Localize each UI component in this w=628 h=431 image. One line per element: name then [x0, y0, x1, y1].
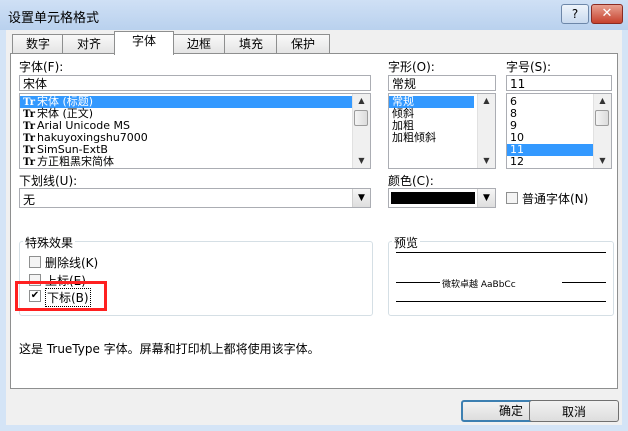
- font-size-value: 11: [510, 77, 526, 91]
- tab-fill[interactable]: 填充: [224, 34, 278, 54]
- help-icon: ?: [571, 7, 579, 21]
- normal-font-label: 普通字体(N): [522, 192, 589, 206]
- font-style-input[interactable]: 常规: [388, 75, 496, 91]
- preview-box: 微软卓越 AaBbCc: [396, 252, 606, 302]
- style-label: 字形(O):: [388, 60, 435, 74]
- preview-group-title: 预览: [392, 234, 421, 251]
- scroll-down-icon[interactable]: ▼: [478, 154, 495, 168]
- highlight-annotation: [15, 281, 107, 311]
- tab-border[interactable]: 边框: [172, 34, 226, 54]
- font-info-text: 这是 TrueType 字体。屏幕和打印机上都将使用该字体。: [19, 342, 320, 356]
- font-size-input[interactable]: 11: [506, 75, 612, 91]
- effects-group-title: 特殊效果: [23, 234, 76, 251]
- font-style-list[interactable]: 常规 倾斜 加粗 加粗倾斜 ▲ ▼: [388, 93, 496, 169]
- scroll-thumb[interactable]: [595, 110, 609, 126]
- chevron-down-icon[interactable]: ▼: [477, 189, 495, 207]
- font-label: 字体(F):: [19, 60, 64, 74]
- tab-font[interactable]: 字体: [114, 31, 174, 55]
- tab-label: 保护: [290, 37, 315, 51]
- font-size-list[interactable]: 6 8 9 10 11 12 ▲ ▼: [506, 93, 612, 169]
- title-bar[interactable]: 设置单元格格式 ? ✕: [0, 0, 628, 30]
- font-style-scrollbar[interactable]: ▲ ▼: [477, 94, 495, 168]
- underline-label: 下划线(U):: [19, 174, 78, 188]
- strikethrough-label: 删除线(K): [45, 256, 99, 270]
- help-button[interactable]: ?: [561, 4, 589, 24]
- font-item-label: 方正粗黑宋简体: [37, 155, 114, 168]
- ok-label: 确定: [498, 404, 523, 418]
- close-icon: ✕: [601, 6, 613, 21]
- close-button[interactable]: ✕: [591, 4, 623, 24]
- normal-font-checkbox[interactable]: [506, 192, 518, 204]
- tab-label: 边框: [186, 37, 211, 51]
- font-name-value: 宋体: [23, 77, 48, 91]
- dialog-title: 设置单元格格式: [8, 11, 100, 26]
- scroll-down-icon[interactable]: ▼: [353, 154, 370, 168]
- tab-number[interactable]: 数字: [12, 34, 64, 54]
- tab-alignment[interactable]: 对齐: [62, 34, 116, 54]
- scroll-up-icon[interactable]: ▲: [478, 94, 495, 108]
- scroll-thumb[interactable]: [354, 110, 368, 126]
- size-label: 字号(S):: [506, 60, 552, 74]
- scroll-up-icon[interactable]: ▲: [594, 94, 611, 108]
- tab-label: 数字: [25, 37, 50, 51]
- font-size-scrollbar[interactable]: ▲ ▼: [593, 94, 611, 168]
- list-item[interactable]: Tr 方正粗黑宋简体: [20, 155, 370, 169]
- font-list[interactable]: Tr 宋体 (标题) Tr 宋体 (正文) Tr Arial Unicode MS T…: [19, 93, 371, 169]
- scroll-up-icon[interactable]: ▲: [353, 94, 370, 108]
- cancel-button[interactable]: 取消: [529, 400, 619, 422]
- truetype-icon: Tr: [23, 157, 35, 168]
- format-cells-dialog: 设置单元格格式 ? ✕ 数字 对齐 字体 边框 填充 保护 字体(F): 宋体 …: [0, 0, 628, 431]
- tab-label: 对齐: [76, 37, 101, 51]
- color-label: 颜色(C):: [388, 174, 434, 188]
- chevron-down-icon[interactable]: ▼: [352, 189, 370, 207]
- underline-value: 无: [23, 193, 36, 207]
- color-picker[interactable]: ▼: [388, 188, 496, 208]
- scroll-down-icon[interactable]: ▼: [594, 154, 611, 168]
- preview-sample-text: 微软卓越 AaBbCc: [442, 280, 516, 290]
- tab-label: 填充: [238, 37, 263, 51]
- tab-label: 字体: [131, 34, 156, 48]
- font-style-value: 常规: [392, 77, 417, 91]
- font-tab-panel: 字体(F): 宋体 Tr 宋体 (标题) Tr 宋体 (正文) Tr Arial Un…: [10, 53, 618, 389]
- font-name-input[interactable]: 宋体: [19, 75, 371, 91]
- dialog-client: 数字 对齐 字体 边框 填充 保护 字体(F): 宋体 Tr 宋体 (标题) Tr…: [6, 30, 622, 425]
- underline-select[interactable]: 无 ▼: [19, 188, 371, 208]
- strikethrough-checkbox[interactable]: [29, 256, 41, 268]
- cancel-label: 取消: [561, 405, 586, 419]
- color-swatch: [391, 192, 475, 204]
- font-list-scrollbar[interactable]: ▲ ▼: [352, 94, 370, 168]
- tab-protection[interactable]: 保护: [276, 34, 330, 54]
